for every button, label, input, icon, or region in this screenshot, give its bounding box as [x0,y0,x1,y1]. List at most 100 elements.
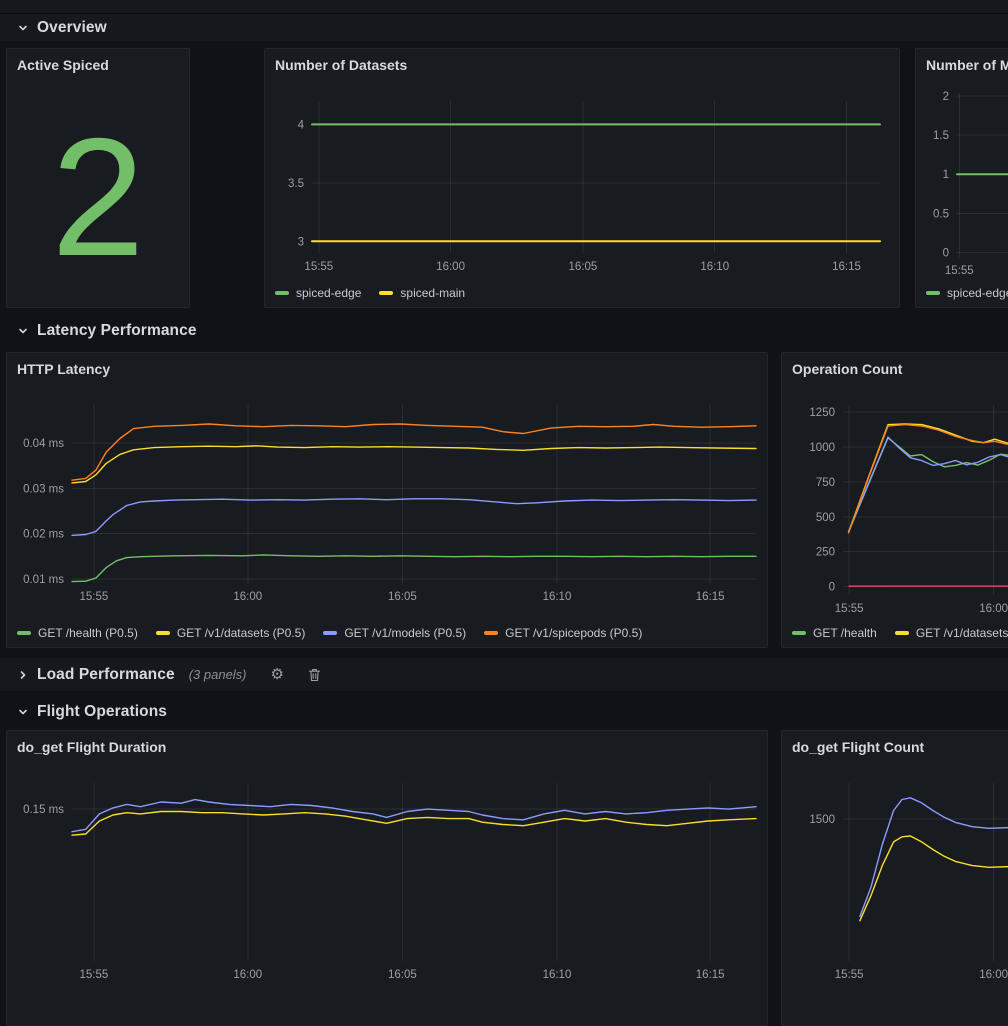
svg-text:15:55: 15:55 [79,591,108,603]
legend-item[interactable]: GET /v1/models (P0.5) [323,626,466,640]
legend-item[interactable]: GET /v1/datasets (P0.5) [156,626,306,640]
section-row-latency-performance[interactable]: Latency Performance [0,316,1008,346]
section-row-overview[interactable]: Overview [0,14,1008,41]
trash-icon[interactable] [308,668,321,682]
panel-title[interactable]: HTTP Latency [7,353,767,377]
svg-text:16:10: 16:10 [700,261,729,273]
svg-text:2: 2 [943,91,949,103]
svg-text:16:00: 16:00 [436,261,465,273]
legend-label: spiced-main [400,286,465,300]
panel-title[interactable]: Active Spiced [7,49,189,73]
legend-swatch [275,291,289,295]
svg-text:1.5: 1.5 [933,130,949,142]
svg-text:16:00: 16:00 [233,591,262,603]
svg-text:16:05: 16:05 [388,969,417,981]
flight-duration-chart[interactable]: 15:5516:0016:0516:1016:150.15 ms [8,765,764,1001]
section-row-flight-operations[interactable]: Flight Operations [0,697,1008,726]
gear-icon[interactable]: ⚙ [271,667,284,682]
svg-text:16:10: 16:10 [543,969,572,981]
panel-title[interactable]: do_get Flight Duration [7,731,767,755]
operation-count-chart[interactable]: 15:5516:00125010007505002500 [783,387,1008,623]
section-label-overview[interactable]: Overview [37,19,107,37]
svg-text:1000: 1000 [809,442,835,454]
svg-text:16:00: 16:00 [979,969,1008,981]
chevron-down-icon[interactable] [16,324,30,338]
svg-text:0.03 ms: 0.03 ms [23,483,64,495]
panel-title[interactable]: Operation Count [782,353,1008,377]
svg-text:0.01 ms: 0.01 ms [23,574,64,586]
legend-label: GET /v1/datasets (P0.5) [177,626,306,640]
chart-legend: GET /health GET /v1/datasets [792,626,1008,640]
section-label-latency-performance[interactable]: Latency Performance [37,322,197,340]
chart-legend: GET /health (P0.5) GET /v1/datasets (P0.5… [17,626,642,640]
section-label-flight-operations[interactable]: Flight Operations [37,703,167,721]
panel-number-of-datasets: Number of Datasets 15:5516:0016:0516:101… [264,48,900,308]
legend-label: spiced-edge [296,286,361,300]
panel-title[interactable]: Number of Datasets [265,49,899,73]
svg-text:15:55: 15:55 [79,969,108,981]
legend-swatch [895,631,909,635]
section-label-load-performance[interactable]: Load Performance [37,666,175,684]
svg-text:4: 4 [298,119,305,131]
models-chart[interactable]: 15:5521.510.50 [917,85,1008,283]
svg-text:16:00: 16:00 [979,603,1008,615]
panel-number-of-models: Number of Models 15:5521.510.50 spiced-e… [915,48,1008,308]
top-strip [0,0,1008,14]
chevron-down-icon[interactable] [16,705,30,719]
legend-label: GET /v1/models (P0.5) [344,626,466,640]
svg-text:1: 1 [943,169,949,181]
legend-label: GET /v1/spicepods (P0.5) [505,626,642,640]
datasets-chart[interactable]: 15:55 16:00 16:05 16:10 16:15 4 3.5 3 [266,85,896,283]
legend-swatch [17,631,31,635]
svg-text:15:55: 15:55 [304,261,333,273]
legend-swatch [926,291,940,295]
panel-title[interactable]: Number of Models [916,49,1008,73]
legend-label: spiced-edge [947,286,1008,300]
svg-text:15:55: 15:55 [945,265,974,277]
panel-title[interactable]: do_get Flight Count [782,731,1008,755]
panel-operation-count: Operation Count 15:55 16:00 1250 1000 750 500… [781,352,1008,648]
svg-text:1500: 1500 [809,814,835,826]
legend-swatch [379,291,393,295]
http-latency-chart[interactable]: 15:5516:0016:0516:1016:150.04 ms0.03 ms0… [8,387,764,623]
svg-text:0: 0 [829,582,835,594]
panel-http-latency: HTTP Latency 15:5516:0016:0516:1016:150.… [6,352,768,648]
svg-text:1250: 1250 [809,407,835,419]
legend-item[interactable]: GET /health (P0.5) [17,626,138,640]
svg-text:750: 750 [816,477,835,489]
svg-text:0.04 ms: 0.04 ms [23,438,64,450]
flight-count-chart[interactable]: 15:55 16:00 1500 [783,765,1008,1001]
legend-item[interactable]: spiced-edge [926,286,1008,300]
svg-text:3.5: 3.5 [288,178,304,190]
panel-do-get-flight-count: do_get Flight Count 15:55 16:00 1500 [781,730,1008,1026]
section-row-load-performance[interactable]: Load Performance (3 panels) ⚙ [0,658,1008,691]
chevron-right-icon[interactable] [16,668,30,682]
legend-item[interactable]: GET /health [792,626,877,640]
legend-item[interactable]: GET /v1/datasets [895,626,1008,640]
legend-item[interactable]: spiced-main [379,286,465,300]
legend-swatch [156,631,170,635]
svg-text:16:15: 16:15 [832,261,861,273]
chart-legend: spiced-edge [926,286,1008,300]
grafana-dashboard: { "theme": { "green": "#73bf69", "yellow… [0,0,1008,849]
svg-text:0.15 ms: 0.15 ms [23,804,64,816]
legend-swatch [792,631,806,635]
legend-label: GET /v1/datasets [916,626,1008,640]
svg-text:3: 3 [298,236,304,248]
legend-item[interactable]: spiced-edge [275,286,361,300]
svg-text:15:55: 15:55 [835,969,864,981]
legend-item[interactable]: GET /v1/spicepods (P0.5) [484,626,642,640]
panel-active-spiced: Active Spiced 2 [6,48,190,308]
chevron-down-icon[interactable] [16,21,30,35]
svg-text:0: 0 [943,247,949,259]
svg-text:0.02 ms: 0.02 ms [23,529,64,541]
panel-do-get-flight-duration: do_get Flight Duration 15:5516:0016:0516… [6,730,768,1026]
legend-swatch [484,631,498,635]
panel-count-note: (3 panels) [189,667,247,682]
svg-text:500: 500 [816,512,835,524]
svg-text:16:05: 16:05 [569,261,598,273]
svg-text:16:15: 16:15 [696,591,725,603]
svg-text:15:55: 15:55 [835,603,864,615]
legend-swatch [323,631,337,635]
svg-text:16:10: 16:10 [543,591,572,603]
